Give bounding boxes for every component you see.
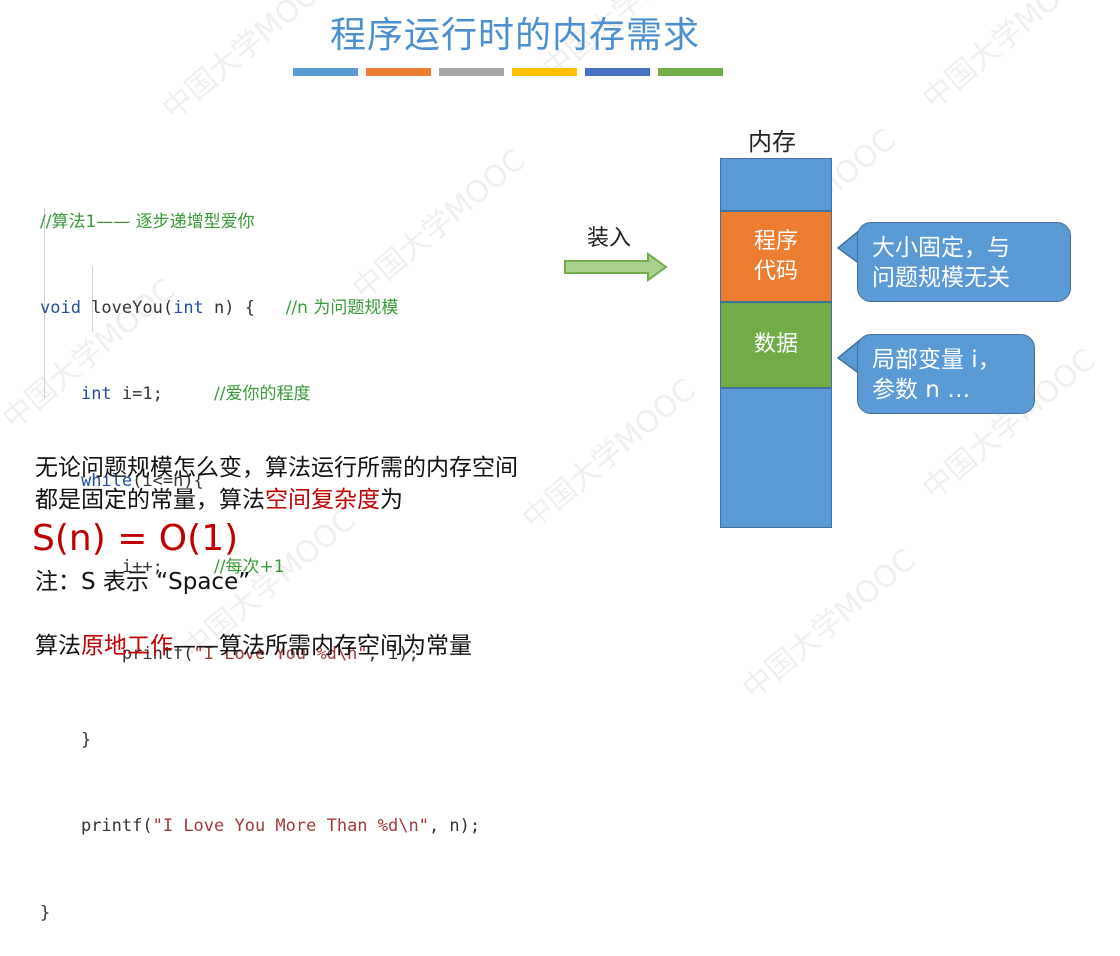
highlight-text: 原地工作: [81, 633, 173, 659]
code-text: , n);: [428, 816, 481, 837]
explanation-line: 无论问题规模怎么变，算法运行所需的内存空间: [35, 455, 518, 481]
slide-title: 程序运行时的内存需求: [329, 15, 700, 56]
code-keyword: int: [173, 297, 204, 318]
code-line: printf("I Love You More Than %d\n", n);: [40, 812, 480, 841]
callout-code-note: 大小固定，与 问题规模无关: [857, 222, 1071, 302]
code-string: "I Love You More Than %d\n": [152, 816, 429, 837]
code-line: void loveYou(int n) { //n 为问题规模: [40, 294, 480, 323]
title-color-bars: [293, 68, 723, 76]
code-line: int i=1; //爱你的程度: [40, 380, 480, 409]
color-bar: [439, 68, 504, 76]
code-comment: //爱你的程度: [214, 384, 311, 405]
code-keyword: void: [40, 297, 81, 318]
color-bar: [658, 68, 723, 76]
memory-block-data: 数据: [720, 302, 832, 388]
watermark: 中国大学MOOC: [736, 542, 923, 707]
in-place-paragraph: 算法原地工作——算法所需内存空间为常量: [35, 630, 472, 662]
code-line: }: [40, 726, 480, 755]
code-line: //算法1—— 逐步递增型爱你: [40, 208, 480, 237]
color-bar: [585, 68, 650, 76]
color-bar: [366, 68, 431, 76]
memory-block-code: 程序 代码: [720, 211, 832, 302]
text-span: 算法: [35, 633, 81, 659]
load-label: 装入: [587, 226, 632, 251]
code-text: loveYou(: [80, 297, 174, 318]
code-line: }: [40, 899, 480, 928]
code-text: }: [80, 729, 92, 750]
code-function: printf(: [80, 816, 153, 837]
memory-label: 内存: [748, 128, 796, 156]
code-comment: //n 为问题规模: [285, 297, 399, 318]
text-span: 都是固定的常量，算法: [35, 487, 265, 513]
space-note: 注：S 表示 “Space”: [35, 569, 251, 595]
callout-data-note: 局部变量 i， 参数 n …: [857, 334, 1035, 414]
complexity-formula: S(n) = O(1): [32, 518, 239, 559]
code-text: i=1;: [111, 384, 163, 405]
load-arrow-icon: [564, 252, 668, 282]
text-span: ——算法所需内存空间为常量: [173, 633, 472, 659]
code-keyword: int: [80, 384, 112, 405]
memory-block-bottom: [720, 388, 832, 528]
code-text: }: [40, 902, 51, 923]
watermark: 中国大学MOOC: [516, 372, 703, 537]
text-span: 为: [380, 487, 403, 513]
highlight-text: 空间复杂度: [265, 487, 380, 513]
color-bar: [293, 68, 358, 76]
explanation-paragraph: 无论问题规模怎么变，算法运行所需的内存空间 都是固定的常量，算法空间复杂度为: [35, 452, 518, 516]
memory-block-top: [720, 158, 832, 211]
code-text: n) {: [203, 297, 255, 318]
code-comment: //算法1—— 逐步递增型爱你: [40, 211, 255, 232]
color-bar: [512, 68, 577, 76]
explanation-line: 都是固定的常量，算法空间复杂度为: [35, 484, 518, 516]
